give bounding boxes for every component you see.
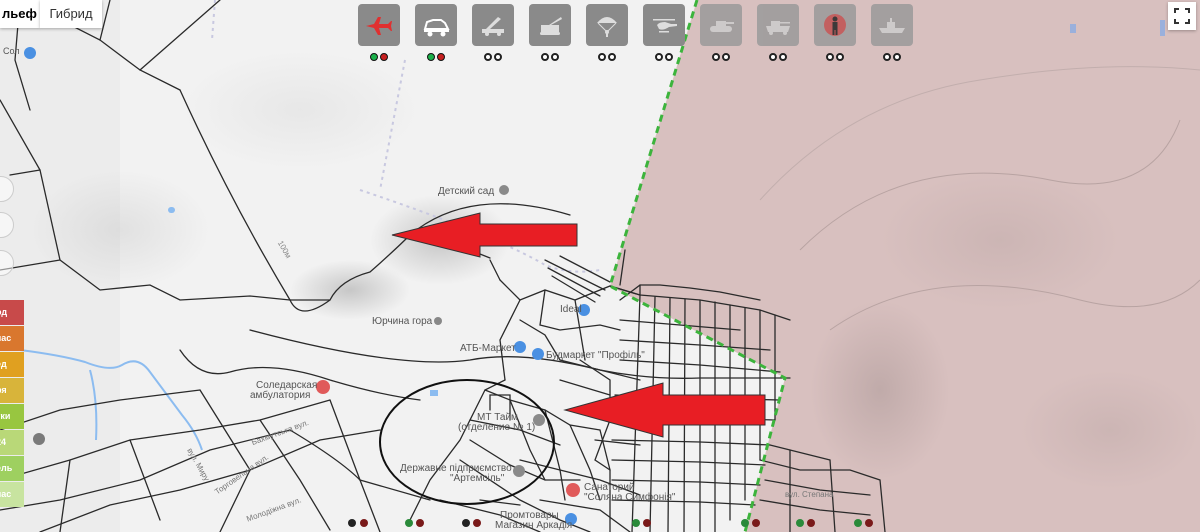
label-yurchina-gora: Юрчина гора [372,316,433,327]
unit-filter-status [427,53,445,63]
tab-hybrid[interactable]: Гибрид [40,0,102,28]
unit-filter-armored-car[interactable] [415,4,457,46]
label-soledar-amb-2: амбулатория [250,390,311,401]
status-dot [380,53,388,61]
label-derzh-2: "Артемсіль" [450,473,505,484]
soldier-icon [824,14,846,36]
unit-filter-status [712,53,730,63]
status-dot [541,53,549,61]
status-dot [370,53,378,61]
status-dot [598,53,606,61]
tank-icon [710,21,734,32]
period-tab[interactable]: ед [0,352,24,377]
status-dot [655,53,663,61]
warship-icon [879,18,905,33]
unit-filter-paratrooper[interactable] [586,4,628,46]
unit-filter-status [484,53,502,63]
status-dot [437,53,445,61]
unit-filter-status [541,53,559,63]
unit-filter-fighter-jet[interactable] [358,4,400,46]
status-dot [608,53,616,61]
status-dot [712,53,720,61]
status-dot [826,53,834,61]
unit-filter-artillery[interactable] [529,4,571,46]
fighter-jet-icon [366,17,392,35]
label-sanatoriy-2: "Соляна Симфонія" [584,492,676,503]
period-tab[interactable]: ель [0,456,24,481]
unit-filter-soldier[interactable] [814,4,856,46]
paratrooper-icon [597,17,617,37]
fullscreen-icon [1174,8,1190,24]
status-dot [883,53,891,61]
period-tab[interactable]: час [0,482,24,507]
status-dot [494,53,502,61]
status-dot [665,53,673,61]
rocket-launcher-icon [482,17,504,36]
label-budmarket: Будмаркет "Профіль" [546,350,645,361]
unit-filter-tank[interactable] [700,4,742,46]
unit-filter-status [598,53,616,63]
unit-filter-status [370,53,388,63]
status-dot [769,53,777,61]
unit-filter-rocket-launcher[interactable] [472,4,514,46]
status-dot [484,53,492,61]
tab-relief[interactable]: льеф [0,0,40,28]
period-tab[interactable]: час [0,326,24,351]
label-magazin: Магазин Аркадія [495,520,573,531]
fullscreen-button[interactable] [1168,2,1196,30]
unit-filter-status [769,53,787,63]
label-ideal: Ideal [560,304,582,315]
period-tab[interactable]: ря [0,378,24,403]
ifv-icon [766,21,790,35]
status-dot [722,53,730,61]
armored-car-icon [423,19,450,37]
unit-filter-status [826,53,844,63]
status-dot [836,53,844,61]
label-detsky-sad: Детский сад [438,186,495,197]
artillery-icon [540,17,562,35]
unit-filter-helicopter[interactable] [643,4,685,46]
unit-filter-status [883,53,901,63]
period-tabs: одчаседрятки24ельчас [0,300,24,508]
label-road-street-4: вул. Степана [785,490,834,499]
period-tab[interactable]: од [0,300,24,325]
helicopter-icon [653,19,677,33]
period-tab[interactable]: 24 [0,430,24,455]
map-canvas[interactable] [0,0,1200,532]
unit-filter-warship[interactable] [871,4,913,46]
status-dot [427,53,435,61]
status-dot [779,53,787,61]
unit-filter-ifv[interactable] [757,4,799,46]
period-tab[interactable]: тки [0,404,24,429]
unit-filter-status [655,53,673,63]
label-sol: Сол [3,46,20,56]
status-dot [551,53,559,61]
label-atb-market: АТБ-Маркет [460,343,516,354]
status-dot [893,53,901,61]
label-mt-taim-2: (отделение № 1) [458,422,536,433]
